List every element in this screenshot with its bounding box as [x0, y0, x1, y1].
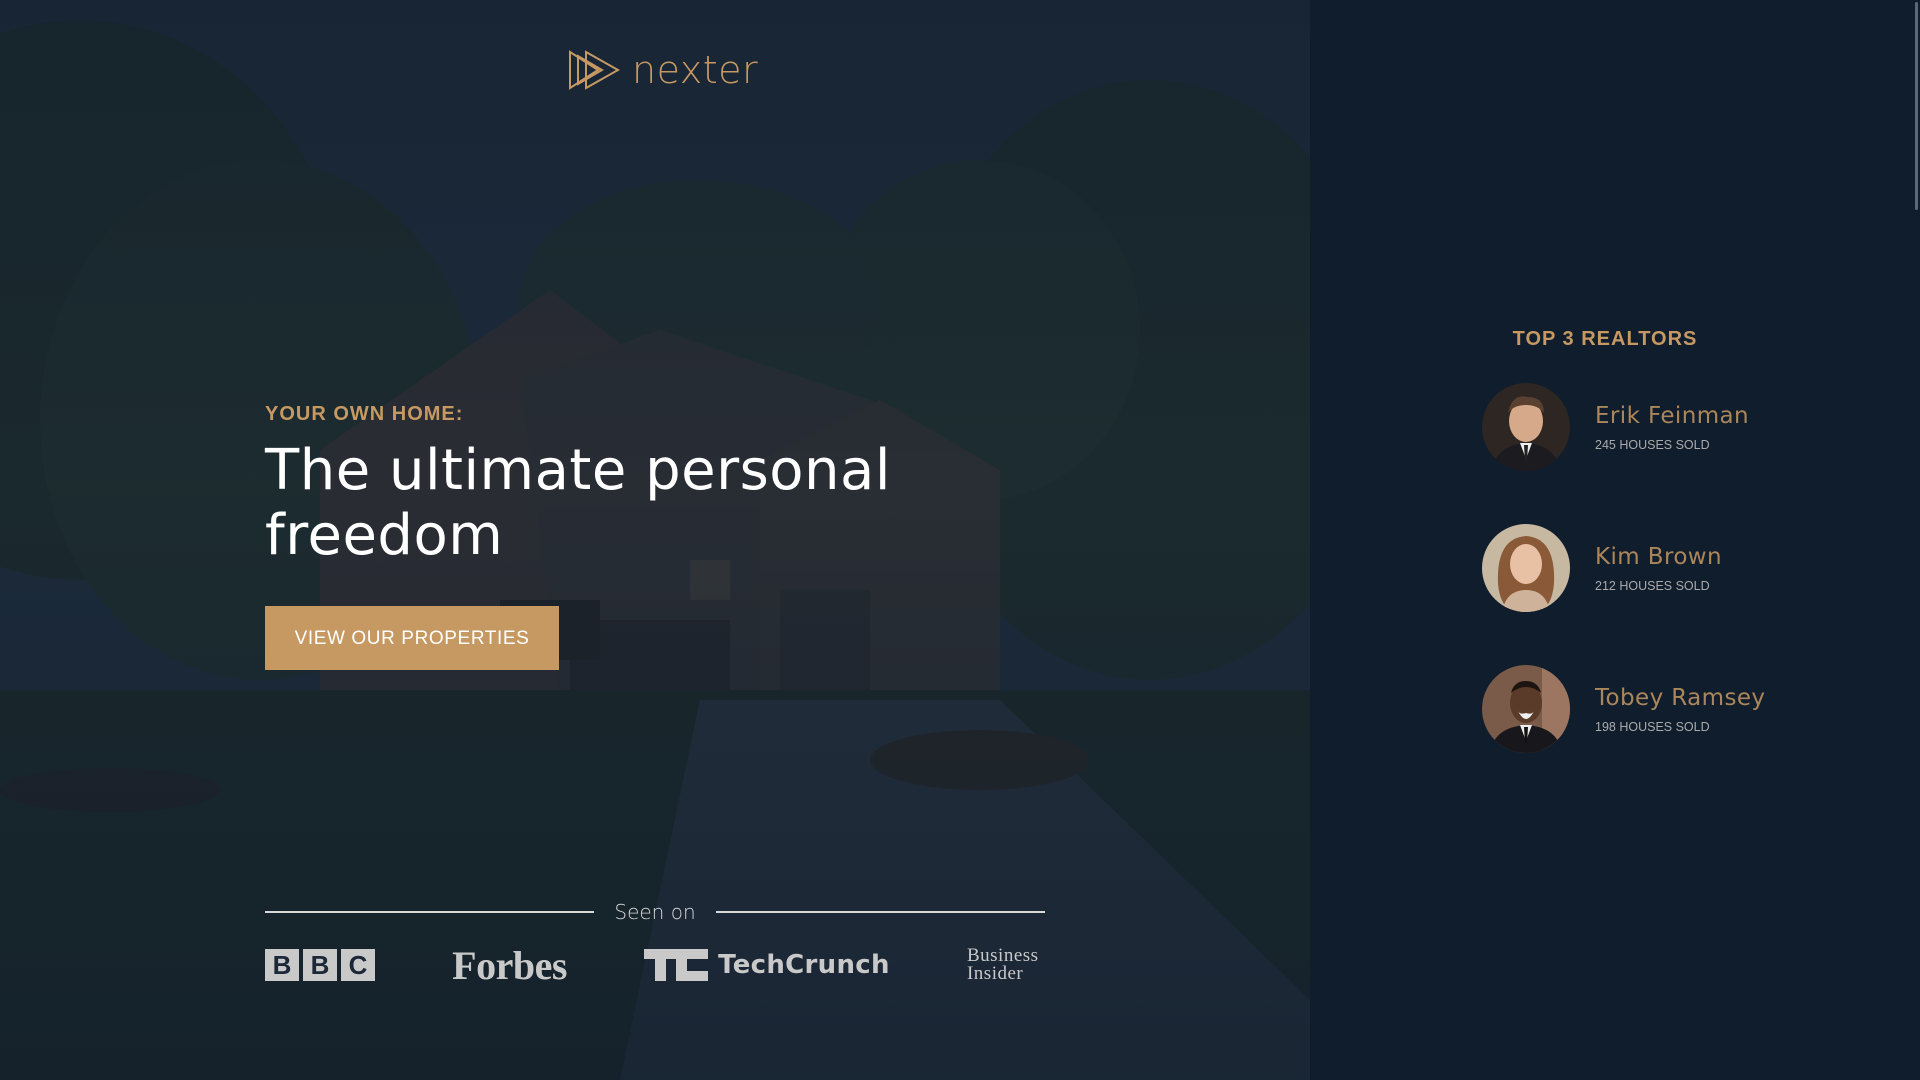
- hero-content: YOUR OWN HOME: The ultimate personal fre…: [265, 403, 1065, 670]
- techcrunch-wordmark: TechCrunch: [718, 950, 890, 980]
- realtors-section: TOP 3 REALTORS Erik Feinman 245 HOUSES S…: [1310, 0, 1920, 1080]
- page-scrollbar[interactable]: [1912, 0, 1920, 1080]
- forbes-logo: Forbes: [452, 942, 567, 988]
- realtor-avatar: [1482, 524, 1570, 612]
- bbc-letter: B: [265, 949, 299, 981]
- business-insider-line: Insider: [966, 963, 1024, 984]
- techcrunch-logo: TechCrunch: [644, 949, 890, 981]
- realtor-info: Erik Feinman 245 HOUSES SOLD: [1595, 403, 1749, 452]
- page: nexter YOUR OWN HOME: The ultimate perso…: [0, 0, 1920, 1080]
- realtor-item[interactable]: Erik Feinman 245 HOUSES SOLD: [1482, 383, 1765, 471]
- realtor-info: Tobey Ramsey 198 HOUSES SOLD: [1595, 685, 1765, 734]
- hero-section: nexter YOUR OWN HOME: The ultimate perso…: [0, 0, 1310, 1080]
- divider-line-right: [715, 911, 1045, 913]
- realtor-name: Kim Brown: [1595, 543, 1722, 570]
- divider-line-left: [265, 911, 595, 913]
- bbc-letter: C: [341, 949, 375, 981]
- realtor-avatar: [1482, 383, 1570, 471]
- realtor-avatar: [1482, 665, 1570, 753]
- bbc-logo: B B C: [265, 949, 375, 981]
- bbc-letter: B: [303, 949, 337, 981]
- realtor-list: Erik Feinman 245 HOUSES SOLD Kim Brown 2…: [1482, 383, 1765, 806]
- realtor-item[interactable]: Tobey Ramsey 198 HOUSES SOLD: [1482, 665, 1765, 753]
- view-properties-button[interactable]: VIEW OUR PROPERTIES: [265, 606, 559, 670]
- hero-subtitle: YOUR OWN HOME:: [265, 403, 464, 425]
- realtor-item[interactable]: Kim Brown 212 HOUSES SOLD: [1482, 524, 1765, 612]
- techcrunch-mark-icon: [644, 949, 709, 981]
- realtor-name: Erik Feinman: [1595, 402, 1749, 429]
- press-logos: B B C Forbes TechCrunch Business Insider: [265, 943, 1045, 988]
- brand-name: nexter: [632, 48, 759, 92]
- scrollbar-thumb[interactable]: [1915, 2, 1918, 210]
- seen-on-divider: Seen on: [265, 900, 1045, 924]
- realtor-info: Kim Brown 212 HOUSES SOLD: [1595, 544, 1722, 593]
- business-insider-logo: Business Insider: [966, 946, 1045, 984]
- realtor-houses-sold: 198 HOUSES SOLD: [1595, 719, 1710, 734]
- seen-on-label: Seen on: [614, 900, 696, 924]
- realtor-houses-sold: 212 HOUSES SOLD: [1595, 578, 1710, 593]
- realtors-heading: TOP 3 REALTORS: [1512, 328, 1698, 350]
- hero-title: The ultimate personal freedom: [265, 438, 891, 568]
- realtor-name: Tobey Ramsey: [1595, 684, 1766, 711]
- realtor-houses-sold: 245 HOUSES SOLD: [1595, 437, 1710, 452]
- brand-logo[interactable]: nexter: [568, 48, 758, 92]
- play-triangle-logo-icon: [568, 50, 620, 90]
